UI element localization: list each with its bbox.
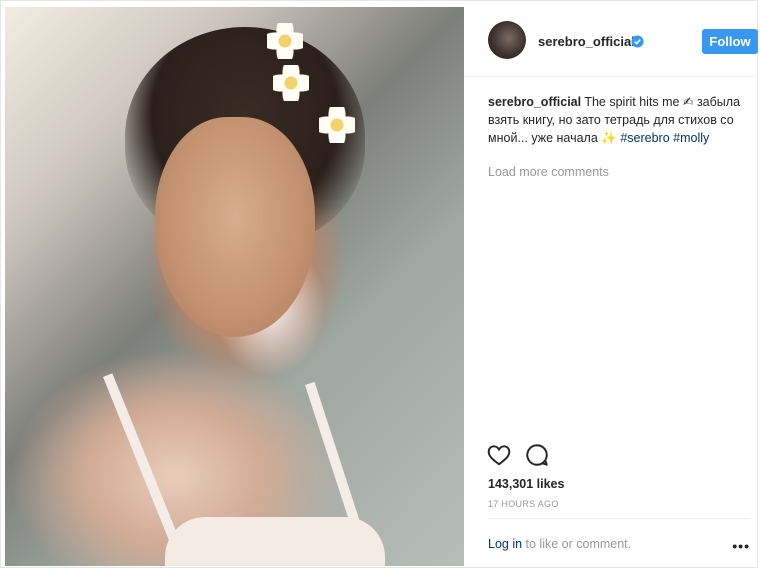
login-prompt-text: to like or comment.	[522, 537, 632, 551]
heart-icon[interactable]	[486, 442, 512, 468]
caption: serebro_official The spirit hits me ✍ за…	[488, 93, 750, 147]
photo-flower	[273, 65, 309, 101]
photo-face	[155, 117, 315, 337]
hashtag-link[interactable]: #serebro	[620, 131, 669, 145]
post-sidebar: serebro_official Follow serebro_official…	[464, 1, 759, 569]
follow-button[interactable]: Follow	[702, 29, 758, 54]
post-header: serebro_official Follow	[464, 1, 759, 77]
photo-flower	[267, 23, 303, 59]
more-options-icon[interactable]: •••	[732, 538, 750, 554]
comment-icon[interactable]	[524, 442, 550, 468]
post-timestamp[interactable]: 17 HOURS AGO	[488, 499, 559, 509]
login-link[interactable]: Log in	[488, 537, 522, 551]
photo-garment	[165, 517, 385, 566]
avatar[interactable]	[488, 21, 526, 59]
action-bar	[486, 442, 606, 470]
comment-footer: Log in to like or comment. •••	[488, 518, 750, 569]
photo-strap	[103, 373, 180, 544]
hashtag-link[interactable]: #molly	[673, 131, 709, 145]
photo-flower	[319, 107, 355, 143]
header-username[interactable]: serebro_official	[538, 34, 635, 49]
post-photo[interactable]	[5, 7, 464, 566]
verified-badge-icon	[631, 35, 644, 48]
load-more-comments[interactable]: Load more comments	[488, 165, 609, 179]
caption-text: The spirit hits me ✍	[584, 95, 694, 109]
caption-username[interactable]: serebro_official	[488, 95, 581, 109]
post-card: serebro_official Follow serebro_official…	[0, 0, 759, 569]
login-prompt: Log in to like or comment.	[488, 537, 631, 551]
likes-count[interactable]: 143,301 likes	[488, 477, 564, 491]
